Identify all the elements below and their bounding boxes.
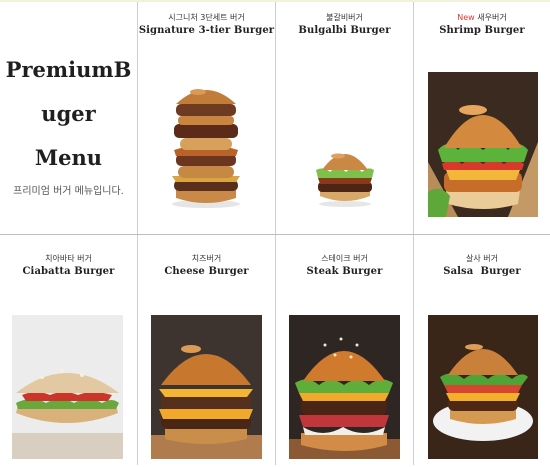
menu-card-name: Bulgalbi Burger xyxy=(298,25,391,36)
burger-menu-grid: PremiumB uger Menu 프리미엄 버거 메뉴입니다. 시그니처 3… xyxy=(0,0,550,467)
menu-card-cheese[interactable]: 치즈버거 Cheese Burger xyxy=(138,235,275,467)
hero-cell: PremiumB uger Menu 프리미엄 버거 메뉴입니다. xyxy=(0,2,137,234)
bulgalbi-burger-image xyxy=(314,144,376,208)
menu-card-name: Cheese Burger xyxy=(164,266,249,277)
shrimp-burger-image xyxy=(428,72,538,217)
menu-card-bulgalbi[interactable]: 불갈비버거 Bulgalbi Burger xyxy=(276,2,413,234)
menu-card-name: Steak Burger xyxy=(306,266,383,277)
menu-card-korean-name: 살사 버거 xyxy=(466,254,498,263)
menu-card-korean-name: 시그니처 3단세트 버거 xyxy=(168,13,245,22)
cheese-burger-image xyxy=(151,315,262,459)
salsa-burger-image xyxy=(428,315,538,459)
hero-title-line1: PremiumB xyxy=(5,57,132,82)
menu-card-name: Signature 3-tier Burger xyxy=(138,25,275,36)
signature-burger-image xyxy=(158,80,254,210)
steak-burger-image xyxy=(289,315,400,459)
menu-card-korean-name: New 새우버거 xyxy=(414,12,550,23)
ciabatta-burger-image xyxy=(12,315,123,459)
menu-card-name: Ciabatta Burger xyxy=(22,266,115,277)
menu-card-korean-name: 불갈비버거 xyxy=(326,13,363,22)
menu-card-ciabatta[interactable]: 치아바타 버거 Ciabatta Burger xyxy=(0,235,137,467)
hero-title-line2: uger xyxy=(41,101,96,126)
hero-subtitle: 프리미엄 버거 메뉴입니다. xyxy=(13,186,124,197)
menu-card-salsa[interactable]: 살사 버거 Salsa Burger xyxy=(414,235,550,467)
menu-card-korean-label: 새우버거 xyxy=(477,13,507,22)
hero-title-line3: Menu xyxy=(34,145,103,170)
menu-card-steak[interactable]: 스테이크 버거 Steak Burger xyxy=(276,235,413,467)
new-badge: New xyxy=(457,13,475,22)
menu-card-name: Salsa Burger xyxy=(443,266,521,277)
menu-card-shrimp[interactable]: New 새우버거 Shrimp Burger xyxy=(414,2,550,234)
menu-card-korean-name: 스테이크 버거 xyxy=(321,254,368,263)
menu-card-name: Shrimp Burger xyxy=(439,25,525,36)
menu-card-signature[interactable]: 시그니처 3단세트 버거 Signature 3-tier Burger xyxy=(138,2,275,234)
divider-horizontal xyxy=(0,234,550,235)
menu-card-korean-name: 치아바타 버거 xyxy=(45,254,92,263)
menu-card-korean-name: 치즈버거 xyxy=(191,254,222,263)
